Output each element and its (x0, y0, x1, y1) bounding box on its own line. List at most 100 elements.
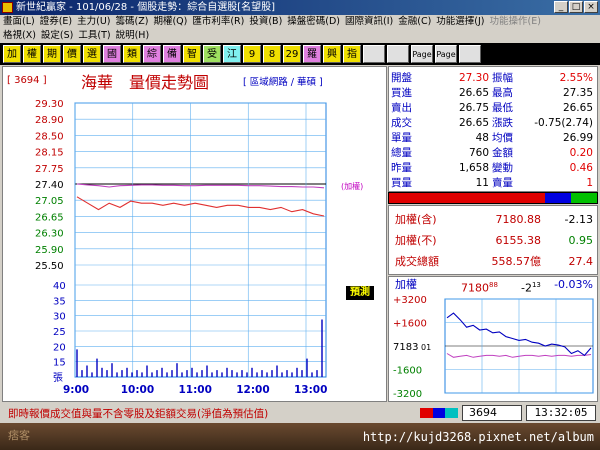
stock-code[interactable]: [ 3694 ] (7, 75, 47, 86)
maximize-button[interactable]: □ (569, 1, 583, 13)
time-tick-label: 11:00 (179, 384, 212, 396)
toolbar-button[interactable]: 受 (203, 45, 221, 63)
watermark-logo: 痞客 (8, 429, 30, 442)
minimize-button[interactable]: _ (554, 1, 568, 13)
quote-label: 昨量 (391, 162, 412, 174)
price-tick-label: 25.90 (35, 245, 64, 256)
toolbar-button[interactable]: 期 (43, 45, 61, 63)
toolbar-button[interactable]: 權 (23, 45, 41, 63)
toolbar-button[interactable]: 29 (283, 45, 301, 63)
menu-bar-secondary: 格視(X) 設定(S) 工具(T) 說明(H) (0, 29, 600, 43)
toolbar-button[interactable] (387, 45, 409, 63)
mini-index-pct: -0.03% (554, 278, 593, 291)
menu-item[interactable]: 匯市利率(R) (192, 15, 244, 29)
quote-value: 11 (475, 177, 489, 189)
quote-row: 買進 26.65 最高 27.35 (389, 86, 597, 100)
quote-label: 振幅 (492, 72, 513, 84)
app-icon (2, 2, 13, 13)
quote-row: 買量 11 賣量 1 (389, 176, 597, 190)
window-title: 新世紀贏家 - 101/06/28 - 個股走勢：綜合自選股[名望股] (16, 2, 276, 13)
index-panel: 加權(含) 7180.88 -2.13 加權(不) 6155.38 0.95 成交總額 558… (388, 205, 598, 275)
toolbar-button[interactable]: Page (435, 45, 457, 63)
quote-label: 開盤 (391, 72, 412, 84)
region-link[interactable]: [ 區域網路 / 華碩 ] (243, 74, 323, 88)
toolbar-button[interactable]: 9 (243, 45, 261, 63)
menu-item[interactable]: 金融(C) (398, 15, 431, 29)
price-tick-label: 25.50 (35, 261, 64, 272)
quick-toolbar: 加權期價選國類綜備智受江 9 8 29 羅興指 Page Page (0, 43, 600, 65)
quote-row: 賣出 26.75 最低 26.65 (389, 101, 597, 115)
index-value: 7180.88 (495, 213, 542, 226)
clock: 13:32:05 (526, 405, 596, 421)
menu-item[interactable]: 工具(T) (78, 29, 110, 43)
chart-frame (74, 102, 327, 378)
menu-item[interactable]: 格視(X) (3, 29, 36, 43)
toolbar-button[interactable]: 智 (183, 45, 201, 63)
price-tick-label: 29.30 (35, 99, 64, 110)
quote-value: 760 (468, 147, 489, 159)
toolbar-button[interactable]: 興 (323, 45, 341, 63)
bid-ask-ratio-bar (388, 192, 598, 204)
predict-button[interactable]: 預測 (346, 286, 374, 300)
price-volume-chart[interactable]: 29.30 28.90 28.50 28.15 27.75 27.40 27.05 26.65… (3, 95, 386, 401)
price-tick-label: 26.30 (35, 229, 64, 240)
price-tick-label: 28.50 (35, 131, 64, 142)
stock-code-input[interactable]: 3694 (462, 405, 522, 421)
quote-row: 總量 760 金額 0.20 (389, 146, 597, 160)
price-tick-label: 27.40 (35, 180, 64, 191)
quote-value: -0.75(2.74) (534, 117, 593, 129)
index-change: 27.4 (568, 255, 594, 268)
menu-item[interactable]: 期權(Q) (153, 15, 187, 29)
price-tick-label: 27.05 (35, 196, 64, 207)
close-button[interactable]: × (584, 1, 598, 13)
quote-value: 27.30 (458, 72, 489, 84)
toolbar-button[interactable]: 江 (223, 45, 241, 63)
menu-item[interactable]: 說明(H) (116, 29, 150, 43)
toolbar-button[interactable]: 羅 (303, 45, 321, 63)
toolbar-button[interactable]: 綜 (143, 45, 161, 63)
index-value: 6155.38 (495, 234, 542, 247)
menu-item[interactable]: 功能選擇(J) (436, 15, 484, 29)
toolbar-button[interactable]: 國 (103, 45, 121, 63)
toolbar-button[interactable] (363, 45, 385, 63)
quote-label: 金額 (492, 147, 513, 159)
menu-item[interactable]: 證券(E) (40, 15, 72, 29)
quote-value: 1 (586, 177, 593, 189)
toolbar-button[interactable]: 加 (3, 45, 21, 63)
toolbar-button[interactable]: Page (411, 45, 433, 63)
price-volume-chart-panel: [ 3694 ] 海華 量價走勢圖 [ 區域網路 / 華碩 ] 29.30 28.… (2, 66, 387, 402)
menu-item[interactable]: 主力(U) (77, 15, 110, 29)
title-bar: 新世紀贏家 - 101/06/28 - 個股走勢：綜合自選股[名望股] _ □ … (0, 0, 600, 15)
toolbar-button[interactable]: 備 (163, 45, 181, 63)
menu-item[interactable]: 操盤密碼(D) (287, 15, 340, 29)
toolbar-button[interactable]: 價 (63, 45, 81, 63)
menu-item[interactable]: 國際資訊(I) (345, 15, 393, 29)
toolbar-button[interactable]: 類 (123, 45, 141, 63)
time-tick-label: 12:00 (236, 384, 269, 396)
menu-item[interactable]: 功能操作(E) (490, 15, 541, 29)
quote-row: 開盤 27.30 振幅 2.55% (389, 71, 597, 85)
quote-value: 26.65 (458, 87, 489, 99)
menu-item[interactable]: 畫面(L) (3, 15, 35, 29)
toolbar-button[interactable]: 8 (263, 45, 281, 63)
watermark-band: 痞客 http://kujd3268.pixnet.net/album (0, 423, 600, 450)
volume-tick-label: 35 (53, 296, 66, 307)
mini-tick-suffix: 01 (421, 343, 431, 352)
price-tick-label: 27.75 (35, 164, 64, 175)
toolbar-button[interactable]: 指 (343, 45, 361, 63)
menu-item[interactable]: 投資(B) (249, 15, 282, 29)
quote-value: 27.35 (562, 87, 593, 99)
toolbar-button[interactable]: 選 (83, 45, 101, 63)
menu-item[interactable]: 籌碼(Z) (116, 15, 149, 29)
volume-tick-label: 15 (53, 358, 66, 369)
index-change: 0.95 (568, 234, 594, 247)
time-tick-label: 9:00 (63, 384, 89, 396)
toolbar-button[interactable] (459, 45, 481, 63)
quote-label: 買量 (391, 177, 412, 189)
price-tick-label: 28.15 (35, 148, 64, 159)
index-mini-chart[interactable]: +3200 +1600 7183 01 -1600 -3200 (389, 293, 597, 401)
quote-value: 26.75 (458, 102, 489, 114)
menu-item[interactable]: 設定(S) (41, 29, 73, 43)
mini-tick-label: -3200 (393, 389, 422, 400)
price-tick-label: 26.65 (35, 212, 64, 223)
